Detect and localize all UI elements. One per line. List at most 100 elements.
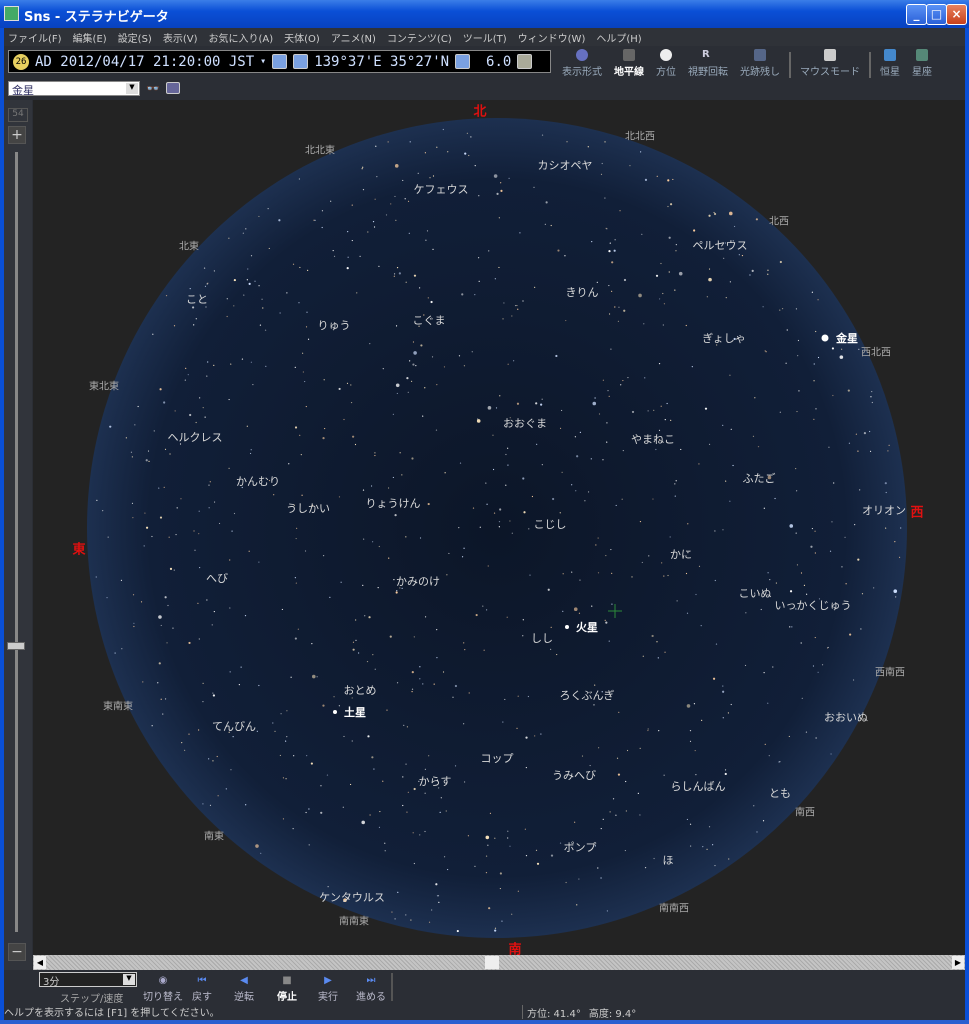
globe-icon[interactable] [455,54,471,69]
menu-tools[interactable]: ツール(T) [463,30,507,45]
clock-icon[interactable] [272,54,288,69]
button-label: 方位 [656,67,676,78]
chevron-down-icon[interactable]: ▼ [123,974,135,985]
constellation-label[interactable]: とも [769,785,791,801]
camera-icon[interactable] [517,54,533,69]
constellation-label[interactable]: おとめ [344,682,377,698]
rewind-button[interactable]: ⏮ 戻す [192,976,212,1004]
constellation-label[interactable]: オリオン [862,502,906,518]
planet-saturn[interactable]: 土星 [344,704,366,720]
star [302,371,304,373]
constellation-label[interactable]: おおいぬ [824,709,868,725]
constellation-label[interactable]: しし [531,630,553,646]
zoom-slider-track[interactable] [15,152,18,932]
azimuth-readout: 方位: 41.4° [527,1009,581,1020]
direction-button[interactable]: 方位 [650,49,682,78]
constellation-label[interactable]: こじし [534,516,567,532]
constellation-label[interactable]: からす [419,773,452,789]
menu-edit[interactable]: 編集(E) [73,30,107,45]
sky-view[interactable]: 北 南 東 西 北北西 北北東 北西 北東 西北西 東北東 西南西 東南東 南西 南東 南南西 南南東… [33,100,965,955]
minimize-button[interactable]: _ [906,4,927,25]
horizon-button[interactable]: 地平線 [608,49,650,78]
view-rotate-button[interactable]: R 視野回転 [682,49,734,78]
star [545,201,548,204]
location-display[interactable]: 139°37'E 35°27'N [314,54,449,70]
constellation-label[interactable]: りゅう [318,317,351,333]
step-forward-button[interactable]: ⏭ 進める [356,976,386,1004]
datetime-display[interactable]: AD 2012/04/17 21:20:00 JST [35,54,254,70]
menu-favorites[interactable]: お気に入り(A) [209,30,274,45]
maximize-button[interactable]: □ [926,4,947,25]
constellation-label[interactable]: りょうけん [366,495,421,511]
menu-animation[interactable]: アニメ(N) [331,30,376,45]
constellation-label[interactable]: ろくぶんぎ [560,687,615,703]
star [361,168,363,170]
constellation-label[interactable]: へび [206,570,228,586]
scroll-thumb[interactable] [485,956,499,969]
menu-settings[interactable]: 設定(S) [118,30,152,45]
star [395,325,398,327]
constellation-label[interactable]: らしんばん [671,778,726,794]
menu-contents[interactable]: コンテンツ(C) [387,30,452,45]
horizontal-scrollbar[interactable]: ◀ ▶ [33,955,965,970]
timezone-dropdown-icon[interactable]: ▾ [260,56,266,67]
constellation-label[interactable]: ポンプ [564,839,597,855]
planet-mars[interactable]: 火星 [576,619,598,635]
scroll-right-icon[interactable]: ▶ [952,956,964,969]
trail-button[interactable]: 光跡残し [734,49,786,78]
constellation-label[interactable]: やまねこ [631,431,675,447]
constellation-label[interactable]: おおぐま [503,415,547,431]
constellation-label[interactable]: てんびん [212,718,256,734]
constellation-label[interactable]: ぎょしゃ [702,330,745,346]
zoom-slider-thumb[interactable] [7,642,25,650]
constellation-label[interactable]: ケンタウルス [319,889,385,905]
magnitude-display[interactable]: 6.0 [486,54,511,70]
scroll-left-icon[interactable]: ◀ [34,956,46,969]
constellation-label[interactable]: カシオペヤ [538,157,593,173]
constellation-label[interactable]: ほ [663,852,674,868]
constellation-label[interactable]: かに [670,546,692,562]
menu-objects[interactable]: 天体(O) [284,30,320,45]
telescope-icon[interactable] [166,82,180,94]
constellation-label[interactable]: ペルセウス [693,237,748,253]
binoculars-icon[interactable]: 👓 [146,82,160,95]
constellation-label[interactable]: ケフェウス [414,181,469,197]
star [498,526,500,528]
constellation-label[interactable]: こぐま [413,312,446,328]
star [702,845,704,848]
close-button[interactable]: × [946,4,967,25]
planet-venus[interactable]: 金星 [836,330,858,346]
constellation-label[interactable]: こいぬ [739,585,772,601]
zoom-in-icon[interactable]: + [8,126,26,144]
menu-file[interactable]: ファイル(F) [8,30,62,45]
star [623,309,626,312]
menu-view[interactable]: 表示(V) [163,30,198,45]
mouse-mode-button[interactable]: マウスモード [794,49,866,78]
constellation-label[interactable]: うみへび [552,767,596,783]
constellation-label[interactable]: コップ [481,750,514,766]
object-select[interactable]: 金星 ▼ [8,81,140,97]
constellation-label[interactable]: ふたご [743,470,776,486]
star [550,224,552,227]
constellation-label[interactable]: かみのけ [396,573,440,589]
constellations-button[interactable]: 星座 [906,49,938,78]
menu-window[interactable]: ウィンドウ(W) [518,30,586,45]
switch-button[interactable]: ◉ 切り替え [143,976,183,1004]
constellation-label[interactable]: うしかい [286,500,330,516]
menu-help[interactable]: ヘルプ(H) [596,30,641,45]
display-mode-button[interactable]: 表示形式 [556,49,608,78]
step-select[interactable]: 3分 ▼ [39,972,137,988]
location-icon[interactable] [293,54,309,69]
play-button[interactable]: ▶ 実行 [318,976,338,1004]
stop-button[interactable]: ■ 停止 [277,976,297,1004]
chevron-down-icon[interactable]: ▼ [126,83,138,94]
constellation-label[interactable]: いっかくじゅう [775,597,852,613]
constellation-label[interactable]: ヘルクレス [168,429,223,445]
constellation-label[interactable]: こと [186,291,208,307]
constellation-label[interactable]: かんむり [236,473,280,489]
reverse-button[interactable]: ◀ 逆転 [234,976,254,1004]
stars-button[interactable]: 恒星 [874,49,906,78]
moon-age-icon[interactable]: 26 [13,53,29,70]
zoom-out-icon[interactable]: − [8,943,26,961]
constellation-label[interactable]: きりん [566,284,599,300]
